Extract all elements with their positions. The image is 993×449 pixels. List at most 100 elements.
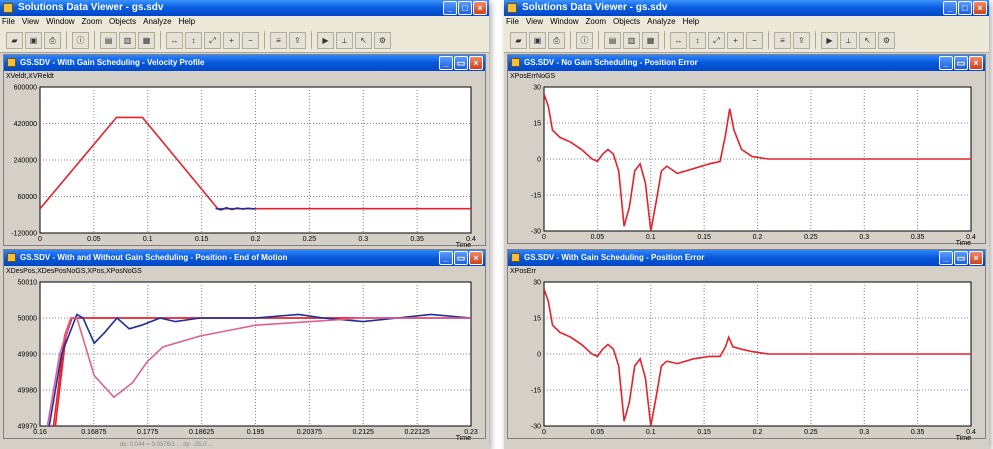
save-icon[interactable]: ▣	[529, 31, 546, 49]
x-tick-label: 0.05	[591, 429, 605, 436]
app-icon	[3, 3, 13, 13]
position-end-of-motion-chart[interactable]: 0.16 0.16875 0.1775 0.18625 0.195 0.20375 0.21…	[4, 250, 487, 443]
menu-analyze[interactable]: Analyze	[143, 16, 171, 28]
open-icon[interactable]: ▰	[6, 31, 23, 49]
menu-zoom[interactable]: Zoom	[586, 16, 606, 28]
toolbar-separator	[570, 31, 571, 49]
menu-bar: File View Window Zoom Objects Analyze He…	[0, 16, 489, 28]
export-icon[interactable]: ⇪	[289, 31, 306, 49]
velocity-profile-chart[interactable]: 0 0.05 0.1 0.15 0.2 0.25 0.3 0.35 0.460000042000…	[4, 55, 487, 250]
graph-info-icon[interactable]: ⓘ	[576, 31, 593, 49]
x-tick-label: 0.2	[753, 429, 763, 436]
x-tick-label: 0.35	[410, 236, 424, 243]
x-tick-label: 0.18625	[189, 429, 214, 436]
minimize-icon[interactable]: _	[943, 1, 957, 15]
chart3-icon[interactable]: ▦	[642, 31, 659, 49]
close-icon[interactable]: ×	[973, 1, 987, 15]
settings-icon[interactable]: ⚙	[374, 31, 391, 49]
toolbar-separator	[94, 31, 95, 49]
measure-icon[interactable]: ⟂	[336, 31, 353, 49]
settings-icon[interactable]: ⚙	[878, 31, 895, 49]
chart1-icon[interactable]: ▤	[100, 31, 117, 49]
x-tick-label: 0.15	[195, 236, 209, 243]
zoom-y-icon[interactable]: ↕	[185, 31, 202, 49]
close-icon[interactable]: ×	[473, 1, 487, 15]
no-gs-position-error-chart[interactable]: 0 0.05 0.1 0.15 0.2 0.25 0.3 0.35 0.430150-15-30…	[508, 55, 987, 248]
y-tick-label: 30	[533, 85, 541, 92]
x-tick-label: 0.16875	[81, 429, 106, 436]
menu-help[interactable]: Help	[179, 16, 195, 28]
menu-window[interactable]: Window	[550, 16, 578, 28]
export-icon[interactable]: ⇪	[793, 31, 810, 49]
menu-zoom[interactable]: Zoom	[82, 16, 102, 28]
zoom-x-icon[interactable]: ↔	[166, 31, 183, 49]
x-tick-label: 0.195	[247, 429, 265, 436]
toolbar-separator	[598, 31, 599, 49]
window-titlebar[interactable]: Solutions Data Viewer - gs.sdv _ □ ×	[504, 0, 989, 16]
chart2-icon[interactable]: ▥	[623, 31, 640, 49]
start-icon[interactable]: ▶	[821, 31, 838, 49]
gs-position-error-chart[interactable]: 0 0.05 0.1 0.15 0.2 0.25 0.3 0.35 0.430150-15-30…	[508, 250, 987, 443]
toolbar-separator	[311, 31, 312, 49]
x-unit-label: Time	[956, 435, 971, 442]
zoom-xy-icon[interactable]: ⤢	[204, 31, 221, 49]
toolbar-separator	[768, 31, 769, 49]
measure-icon[interactable]: ⟂	[840, 31, 857, 49]
zoom-out-icon[interactable]: −	[746, 31, 763, 49]
x-tick-label: 0.1	[646, 429, 656, 436]
cursor-icon[interactable]: ↖	[859, 31, 876, 49]
menu-objects[interactable]: Objects	[613, 16, 640, 28]
x-tick-label: 0.25	[303, 236, 317, 243]
print-icon[interactable]: ⎙	[548, 31, 565, 49]
x-tick-label: 0.05	[591, 234, 605, 241]
chart2-icon[interactable]: ▥	[119, 31, 136, 49]
y-tick-label: 420000	[14, 121, 37, 128]
open-icon[interactable]: ▰	[510, 31, 527, 49]
zoom-in-icon[interactable]: +	[223, 31, 240, 49]
data-icon[interactable]: ≡	[270, 31, 287, 49]
print-icon[interactable]: ⎙	[44, 31, 61, 49]
y-tick-label: 49980	[18, 388, 38, 395]
chart1-icon[interactable]: ▤	[604, 31, 621, 49]
save-icon[interactable]: ▣	[25, 31, 42, 49]
minimize-icon[interactable]: _	[443, 1, 457, 15]
zoom-y-icon[interactable]: ↕	[689, 31, 706, 49]
menu-window[interactable]: Window	[46, 16, 74, 28]
cursor-icon[interactable]: ↖	[355, 31, 372, 49]
x-tick-label: 0	[38, 236, 42, 243]
menu-file[interactable]: File	[2, 16, 15, 28]
x-tick-label: 0.1	[143, 236, 153, 243]
maximize-icon[interactable]: □	[458, 1, 472, 15]
window-titlebar[interactable]: Solutions Data Viewer - gs.sdv _ □ ×	[0, 0, 489, 16]
toolbar: ▰ ▣ ⎙ ⓘ ▤ ▥ ▦ ↔ ↕ ⤢ + − ≡ ⇪ ▶ ⟂ ↖ ⚙	[0, 28, 489, 53]
menu-view[interactable]: View	[526, 16, 543, 28]
x-unit-label: Time	[456, 242, 471, 249]
zoom-out-icon[interactable]: −	[242, 31, 259, 49]
maximize-icon[interactable]: □	[958, 1, 972, 15]
x-tick-label: 0.1	[646, 234, 656, 241]
graph-info-icon[interactable]: ⓘ	[72, 31, 89, 49]
subwindow-no-gs-position-error: GS.SDV - No Gain Scheduling - Position E…	[507, 54, 987, 248]
start-icon[interactable]: ▶	[317, 31, 334, 49]
y-tick-label: 50000	[18, 316, 38, 323]
menu-objects[interactable]: Objects	[109, 16, 136, 28]
x-tick-label: 0.2	[251, 236, 261, 243]
menu-help[interactable]: Help	[683, 16, 699, 28]
y-tick-label: 30	[533, 280, 541, 287]
x-tick-label: 0.05	[87, 236, 101, 243]
y-tick-label: 0	[537, 352, 541, 359]
window-title: Solutions Data Viewer - gs.sdv	[522, 2, 668, 13]
zoom-in-icon[interactable]: +	[727, 31, 744, 49]
x-tick-label: 0.3	[358, 236, 368, 243]
zoom-x-icon[interactable]: ↔	[670, 31, 687, 49]
chart3-icon[interactable]: ▦	[138, 31, 155, 49]
y-tick-label: 240000	[14, 158, 37, 165]
menu-file[interactable]: File	[506, 16, 519, 28]
y-tick-label: -15	[531, 388, 541, 395]
data-icon[interactable]: ≡	[774, 31, 791, 49]
y-tick-label: 600000	[14, 85, 37, 92]
menu-analyze[interactable]: Analyze	[647, 16, 675, 28]
menu-view[interactable]: View	[22, 16, 39, 28]
x-tick-label: 0.1775	[137, 429, 159, 436]
zoom-xy-icon[interactable]: ⤢	[708, 31, 725, 49]
